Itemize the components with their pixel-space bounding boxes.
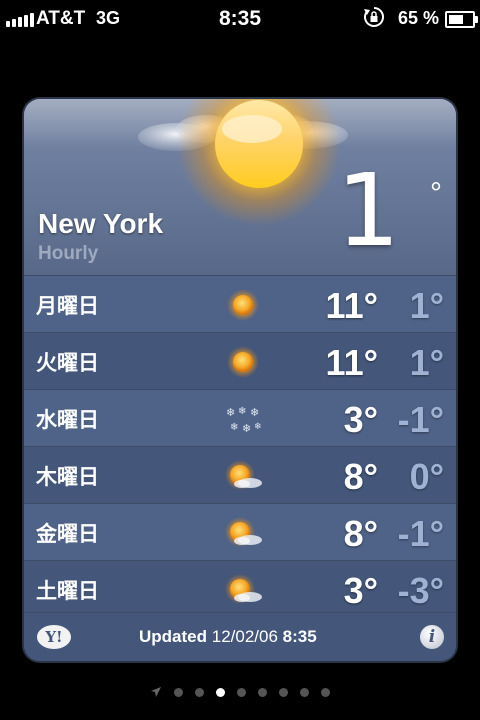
forecast-list: 月曜日 11° 1° 火曜日 11° 1° 水曜日 3° -1° 木曜日 8° … xyxy=(24,275,456,617)
forecast-high: 11° xyxy=(325,342,378,383)
forecast-row: 火曜日 11° 1° xyxy=(24,332,456,389)
partly-cloudy-icon xyxy=(220,516,266,550)
degree-symbol: ° xyxy=(430,177,442,210)
forecast-row: 水曜日 3° -1° xyxy=(24,389,456,446)
sun-icon xyxy=(220,288,266,322)
forecast-low: 0° xyxy=(409,456,444,497)
page-indicator[interactable] xyxy=(0,683,480,701)
city-name: New York xyxy=(38,208,164,239)
weather-card: New York Hourly 1 ° 月曜日 11° 1° 火曜日 11° 1… xyxy=(24,99,456,661)
yahoo-logo-button[interactable]: Y! xyxy=(36,622,80,652)
status-bar: AT&T 3G 8:35 65 % xyxy=(0,0,480,40)
page-dot[interactable] xyxy=(195,687,204,697)
forecast-mode-label: Hourly xyxy=(38,243,99,264)
forecast-day: 火曜日 xyxy=(36,352,99,375)
forecast-row: 月曜日 11° 1° xyxy=(24,275,456,332)
page-dot[interactable] xyxy=(279,687,288,697)
updated-label: Updated xyxy=(139,627,207,646)
forecast-low: -1° xyxy=(397,513,444,554)
current-sun-icon xyxy=(177,99,341,226)
forecast-high: 8° xyxy=(343,456,378,497)
page-dot[interactable] xyxy=(258,687,267,697)
forecast-day: 水曜日 xyxy=(36,409,99,432)
forecast-row: 金曜日 8° -1° xyxy=(24,503,456,560)
forecast-low: 1° xyxy=(409,285,444,326)
info-button[interactable]: i xyxy=(420,625,444,649)
battery-percentage: 65 % xyxy=(398,8,440,28)
forecast-row: 木曜日 8° 0° xyxy=(24,446,456,503)
forecast-high: 3° xyxy=(343,570,378,611)
page-dot-active[interactable] xyxy=(216,687,225,697)
updated-date: 12/02/06 xyxy=(211,627,278,646)
updated-timestamp: Updated 12/02/06 8:35 xyxy=(139,627,317,647)
forecast-high: 3° xyxy=(343,399,378,440)
forecast-day: 木曜日 xyxy=(36,466,99,489)
forecast-low: -3° xyxy=(397,570,444,611)
partly-cloudy-icon xyxy=(220,459,266,493)
page-dot[interactable] xyxy=(300,687,309,697)
current-temperature: 1 xyxy=(336,152,400,269)
updated-time: 8:35 xyxy=(282,627,317,646)
yahoo-logo-text: Y! xyxy=(44,628,62,646)
forecast-day: 土曜日 xyxy=(36,580,99,603)
forecast-day: 月曜日 xyxy=(36,295,99,318)
forecast-day: 金曜日 xyxy=(36,523,99,546)
page-dot[interactable] xyxy=(321,687,330,697)
rotation-lock-icon xyxy=(364,7,384,27)
forecast-low: -1° xyxy=(397,399,444,440)
sun-icon xyxy=(220,345,266,379)
page-dot[interactable] xyxy=(237,687,246,697)
partly-cloudy-icon xyxy=(220,573,266,607)
forecast-high: 11° xyxy=(325,285,378,326)
page-dot[interactable] xyxy=(174,687,183,697)
forecast-row: 土曜日 3° -3° xyxy=(24,560,456,617)
forecast-low: 1° xyxy=(409,342,444,383)
location-arrow-icon xyxy=(151,687,161,697)
battery-icon xyxy=(445,11,478,28)
forecast-high: 8° xyxy=(343,513,378,554)
snow-icon xyxy=(220,402,266,436)
weather-footer: Y! Updated 12/02/06 8:35 i xyxy=(24,612,456,661)
